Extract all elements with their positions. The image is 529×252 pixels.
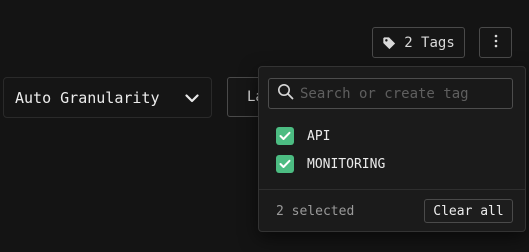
- chevron-down-icon: [185, 89, 199, 107]
- granularity-label: Auto Granularity: [15, 88, 160, 107]
- popover-divider: [259, 189, 525, 190]
- more-vertical-icon: [494, 33, 498, 52]
- check-icon: [279, 131, 291, 140]
- tags-button-label: 2 Tags: [404, 34, 455, 51]
- tags-button[interactable]: 2 Tags: [372, 27, 465, 58]
- tag-search-input[interactable]: [300, 85, 512, 102]
- clear-all-button[interactable]: Clear all: [424, 199, 513, 223]
- tag-icon: [382, 36, 396, 50]
- tag-option-label: MONITORING: [307, 156, 386, 172]
- tag-option-api[interactable]: API: [276, 126, 330, 146]
- tag-popover: API MONITORING 2 selected Clear all: [258, 66, 526, 232]
- tag-search-box[interactable]: [268, 78, 513, 109]
- tag-option-label: API: [307, 128, 331, 144]
- checkbox-monitoring[interactable]: [276, 155, 294, 173]
- search-icon: [277, 83, 294, 104]
- more-options-button[interactable]: [479, 27, 512, 58]
- selected-count: 2 selected: [276, 204, 355, 219]
- tag-option-monitoring[interactable]: MONITORING: [276, 154, 385, 174]
- check-icon: [279, 159, 291, 168]
- granularity-select[interactable]: Auto Granularity: [3, 77, 212, 118]
- checkbox-api[interactable]: [276, 127, 294, 145]
